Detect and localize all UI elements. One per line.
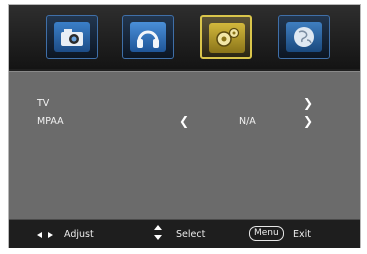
menu-row-tv[interactable]: TV ❯ [9,96,360,112]
exit-label: Exit [293,229,311,240]
menu-row-mpaa[interactable]: MPAA ❮ N/A ❯ [9,114,360,130]
globe-icon [286,22,322,52]
camera-icon [54,22,90,52]
arrow-right-icon [48,231,53,238]
headphones-icon [130,22,166,52]
menu-row-value: N/A [239,116,256,127]
arrow-left-icon [37,231,42,238]
menu-key-badge: Menu [249,226,284,241]
menu-content-area: TV ❯ MPAA ❮ N/A ❯ [9,71,360,220]
chevron-right-icon[interactable]: ❯ [303,97,313,109]
osd-menu-window: TV ❯ MPAA ❮ N/A ❯ Adjust Select Menu Exi… [8,4,361,248]
up-down-arrows-icon [154,223,162,243]
tab-setup[interactable] [200,15,252,59]
tab-sound[interactable] [122,15,174,59]
adjust-label: Adjust [64,229,94,240]
select-label: Select [176,229,206,240]
adjust-hint: Adjust [37,229,94,240]
menu-row-label: TV [37,98,50,109]
gear-icon [209,23,245,53]
menu-tab-bar [9,5,360,69]
chevron-right-icon[interactable]: ❯ [303,115,313,127]
tab-picture[interactable] [46,15,98,59]
footer-hint-bar: Adjust Select Menu Exit [9,219,360,248]
tab-option[interactable] [278,15,330,59]
menu-row-label: MPAA [37,116,64,127]
chevron-left-icon[interactable]: ❮ [179,115,189,127]
